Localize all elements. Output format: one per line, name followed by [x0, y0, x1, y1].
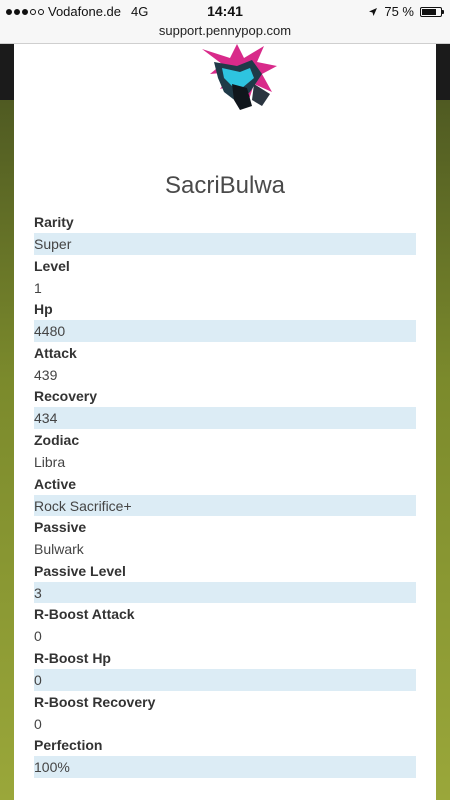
stat-row: Rarity Super	[34, 212, 416, 256]
monster-portrait	[202, 44, 277, 110]
stat-row: R-Boost Attack 0	[34, 604, 416, 648]
stat-value: 0	[34, 715, 42, 732]
stat-row: Hp 4480	[34, 299, 416, 343]
monster-name: SacriBulwa	[164, 172, 286, 199]
stat-label: Attack	[34, 344, 77, 361]
stat-value: 100%	[34, 756, 416, 778]
address-bar[interactable]: support.pennypop.com	[0, 22, 450, 44]
stat-label: Active	[34, 475, 77, 492]
stat-row: Perfection 100%	[34, 735, 416, 779]
stat-label: Perfection	[34, 737, 103, 754]
stat-label: Recovery	[34, 388, 98, 405]
stat-value: Libra	[34, 453, 66, 470]
stat-value: 439	[34, 366, 58, 383]
stat-row: Passive Level 3	[34, 561, 416, 605]
battery-icon	[420, 6, 444, 17]
status-right: 75 %	[368, 4, 444, 19]
stat-value: 4480	[34, 320, 416, 342]
stat-row: Passive Bulwark	[34, 517, 416, 561]
stat-value: Super	[34, 233, 416, 255]
url-text[interactable]: support.pennypop.com	[159, 23, 291, 38]
stat-value: 0	[34, 628, 42, 645]
stat-row: Recovery 434	[34, 386, 416, 430]
stat-row: R-Boost Recovery 0	[34, 692, 416, 736]
stat-row: Level 1	[34, 256, 416, 300]
stat-row: Zodiac Libra	[34, 430, 416, 474]
stat-value: 0	[34, 668, 416, 691]
stat-label: Level	[34, 257, 70, 274]
stats-list: Rarity Super Level 1 Hp 4480 Attack 439 Recovery…	[34, 212, 416, 779]
stat-row: Attack 439	[34, 343, 416, 387]
location-arrow-icon	[369, 7, 378, 16]
monster-card: SacriBulwa Rarity Super Level 1 Hp 4480 Attack…	[14, 44, 436, 800]
stat-row: Active Rock Sacrifice+	[34, 474, 416, 518]
stat-label: Zodiac	[34, 431, 80, 448]
stat-label: Passive	[34, 519, 87, 536]
stat-value: 3	[34, 581, 416, 604]
stat-value: 1	[34, 279, 42, 296]
stat-label: Rarity	[34, 214, 74, 230]
stat-label: Passive Level	[34, 562, 126, 579]
stat-label: Hp	[34, 301, 53, 318]
stat-value: 434	[34, 407, 416, 429]
status-bar: Vodafone.de 4G 14:41 75 %	[0, 0, 450, 22]
stat-label: R-Boost Attack	[34, 606, 135, 623]
battery-percent: 75 %	[384, 4, 414, 19]
stat-value: Rock Sacrifice+	[34, 494, 416, 517]
stat-label: R-Boost Recovery	[34, 693, 156, 710]
stat-value: Bulwark	[34, 541, 84, 558]
stat-row: R-Boost Hp 0	[34, 648, 416, 692]
stat-label: R-Boost Hp	[34, 649, 111, 666]
